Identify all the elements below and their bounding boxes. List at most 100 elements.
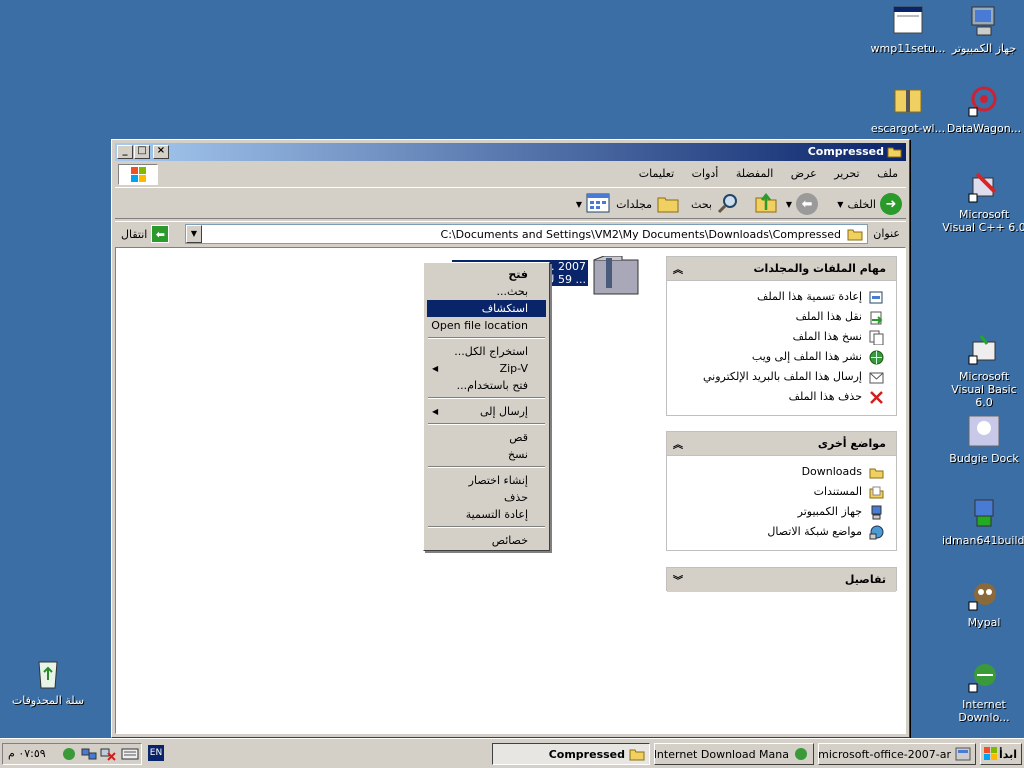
menu-separator [428,397,545,399]
recycle-bin-icon [31,656,65,690]
delete-x-icon [869,390,884,405]
setup-window-icon [891,4,925,38]
zip-archive-icon [592,255,642,299]
ctx-create-shortcut[interactable]: إنشاء اختصار [427,472,546,489]
back-button[interactable]: ➜ الخلف ▼ [837,192,902,216]
task-copy[interactable]: نسخ هذا الملف [667,327,896,347]
details-panel-header[interactable]: تفاصيل ︾ [667,568,896,592]
desktop-icon-budgie-dock[interactable]: Budgie Dock [942,414,1024,465]
tasks-panel-header[interactable]: مهام الملفات والمجلدات ︽ [667,257,896,281]
forward-button[interactable]: ⬅ ▼ [786,192,818,216]
address-value: C:\Documents and Settings\VM2\My Documen… [440,228,841,241]
place-label: جهاز الكمبيوتر [797,505,862,518]
folders-button[interactable]: مجلدات [616,192,680,216]
copy-icon [869,330,884,346]
desktop-icon-label: سلة المحذوفات [11,694,85,707]
ctx-send-to[interactable]: إرسال إلى ◀ [427,403,546,420]
desktop-icon-visual-basic[interactable]: Microsoft Visual Basic 6.0 [942,332,1024,409]
email-icon [869,370,884,385]
place-downloads[interactable]: Downloads [667,462,896,482]
task-compressed[interactable]: Compressed [492,743,650,765]
desktop-icon-mypal[interactable]: Mypal [942,578,1024,629]
clock[interactable]: ٠٧:٥٩ م [8,747,46,760]
task-label: إرسال هذا الملف بالبريد الإلكتروني [702,370,862,383]
taskbar: ابدأ ...microsoft-office-2007-ar ...Inte… [0,738,1024,768]
ctx-properties[interactable]: خصائص [427,532,546,549]
idm-tray-icon[interactable] [61,747,77,764]
visual-cpp-icon [967,170,1001,204]
menu-view[interactable]: عرض [791,167,817,180]
network-disconnected-icon[interactable] [100,747,116,764]
desktop-icon-escargot[interactable]: escargot-wl... [866,84,950,135]
address-dropdown-icon[interactable]: ▼ [186,225,202,243]
forward-arrow-icon: ⬅ [796,193,818,215]
ctx-cut[interactable]: قص [427,429,546,446]
network-tray-icon[interactable] [81,747,97,764]
menu-edit[interactable]: تحرير [834,167,859,180]
places-panel-header[interactable]: مواضع أخرى ︽ [667,432,896,456]
ctx-open[interactable]: فتح [427,266,546,283]
go-arrow-icon: ⬅ [151,225,170,243]
ctx-delete[interactable]: حذف [427,489,546,506]
task-delete[interactable]: حذف هذا الملف [667,387,896,407]
desktop-icon-label: DataWagon... [946,122,1022,135]
forward-dropdown-icon: ▼ [785,199,792,209]
collapse-chevron-icon: ︽ [673,265,683,276]
tasks-panel: مهام الملفات والمجلدات ︽ إعادة تسمية هذا… [666,256,897,416]
rename-icon [869,290,884,305]
desktop-icon-wmp11setup[interactable]: wmp11setu... [866,4,950,55]
desktop-icon-datawagon[interactable]: DataWagon... [942,84,1024,135]
search-button[interactable]: بحث [691,192,740,216]
views-button[interactable]: ▼ [576,192,610,216]
desktop-icon-internet-download[interactable]: Internet Downlo... [942,660,1024,724]
minimize-button[interactable]: _ [117,145,133,159]
place-documents[interactable]: المستندات [667,482,896,502]
task-email[interactable]: إرسال هذا الملف بالبريد الإلكتروني [667,367,896,387]
ctx-search[interactable]: بحث... [427,283,546,300]
ctx-copy[interactable]: نسخ [427,446,546,463]
close-button[interactable]: × [153,145,169,159]
place-my-computer[interactable]: جهاز الكمبيوتر [667,502,896,522]
desktop-icon-visual-cpp[interactable]: Microsoft Visual C++ 6.0 [942,170,1024,234]
place-label: مواضع شبكة الاتصال [767,525,862,538]
views-dropdown-icon: ▼ [575,199,582,209]
ctx-open-with[interactable]: فتح باستخدام... [427,377,546,394]
ctx-rename[interactable]: إعادة التسمية [427,506,546,523]
task-office-installer[interactable]: ...microsoft-office-2007-ar [818,743,976,765]
maximize-button[interactable]: □ [134,145,150,159]
ctx-explore[interactable]: استكشاف [427,300,546,317]
go-label: انتقال [121,227,148,241]
address-label: عنوان [873,227,900,240]
title-bar[interactable]: Compressed _ □ × [115,143,906,161]
go-button[interactable]: ⬅ انتقال [121,224,170,244]
folder-icon [629,747,645,761]
folder-up-icon [754,192,778,217]
menu-favorites[interactable]: المفضلة [736,167,773,180]
up-button[interactable] [754,192,778,216]
idm-globe-icon [967,660,1001,694]
task-rename[interactable]: إعادة تسمية هذا الملف [667,287,896,307]
visual-basic-icon [967,332,1001,366]
language-indicator[interactable]: EN [148,745,164,761]
task-internet-download-manager[interactable]: ...Internet Download Mana [654,743,814,765]
keyboard-tray-icon[interactable] [121,748,139,763]
address-folder-icon [847,227,863,244]
tasks-panel-title: مهام الملفات والمجلدات [753,262,887,275]
menu-file[interactable]: ملف [877,167,898,180]
task-publish[interactable]: نشر هذا الملف إلى ويب [667,347,896,367]
desktop-icon-my-computer[interactable]: جهاز الكمبيوتر [942,4,1024,55]
ctx-open-file-location[interactable]: Open file location [427,317,546,334]
task-move[interactable]: نقل هذا الملف [667,307,896,327]
ctx-extract-all[interactable]: استخراج الكل... [427,343,546,360]
desktop-icon-idman[interactable]: idman641build2 [942,496,1024,547]
ctx-zipv[interactable]: Zip-V ◀ [427,360,546,377]
desktop-icon-recycle-bin[interactable]: سلة المحذوفات [6,656,90,707]
place-network[interactable]: مواضع شبكة الاتصال [667,522,896,542]
menu-tools[interactable]: أدوات [692,167,719,180]
search-icon [716,192,740,217]
task-label: نشر هذا الملف إلى ويب [751,350,862,363]
start-button[interactable]: ابدأ [980,743,1022,765]
menu-help[interactable]: تعليمات [639,167,674,180]
desktop-icon-label: Internet Downlo... [958,698,1010,724]
address-input[interactable]: C:\Documents and Settings\VM2\My Documen… [185,224,868,244]
